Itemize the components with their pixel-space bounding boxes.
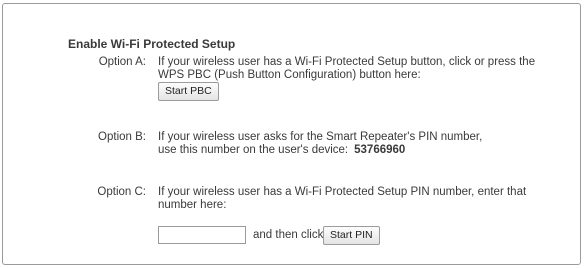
option-a-description: If your wireless user has a Wi-Fi Protec…: [158, 56, 535, 82]
device-pin-value: 53766960: [354, 144, 406, 156]
option-b-line1: If your wireless user asks for the Smart…: [158, 131, 483, 143]
client-pin-input[interactable]: [158, 226, 246, 244]
option-c-description: If your wireless user has a Wi-Fi Protec…: [158, 186, 526, 212]
option-b-line2-text: use this number on the user's device:: [158, 144, 349, 156]
then-click-text: and then click: [253, 229, 324, 241]
option-a-label: Option A:: [98, 56, 146, 68]
option-b-description: If your wireless user asks for the Smart…: [158, 131, 482, 157]
option-c-line2: number here:: [158, 199, 227, 211]
option-c-label: Option C:: [97, 186, 146, 198]
start-pin-button[interactable]: Start PIN: [323, 226, 380, 245]
section-title: Enable Wi-Fi Protected Setup: [68, 37, 236, 51]
option-b-line2: use this number on the user's device: 537…: [158, 144, 482, 157]
option-a-line2: WPS PBC (Push Button Configuration) butt…: [158, 69, 421, 81]
start-pbc-button[interactable]: Start PBC: [158, 82, 219, 101]
option-b-label: Option B:: [98, 131, 146, 143]
option-c-line1: If your wireless user has a Wi-Fi Protec…: [158, 186, 527, 198]
option-a-line1: If your wireless user has a Wi-Fi Protec…: [158, 56, 536, 68]
